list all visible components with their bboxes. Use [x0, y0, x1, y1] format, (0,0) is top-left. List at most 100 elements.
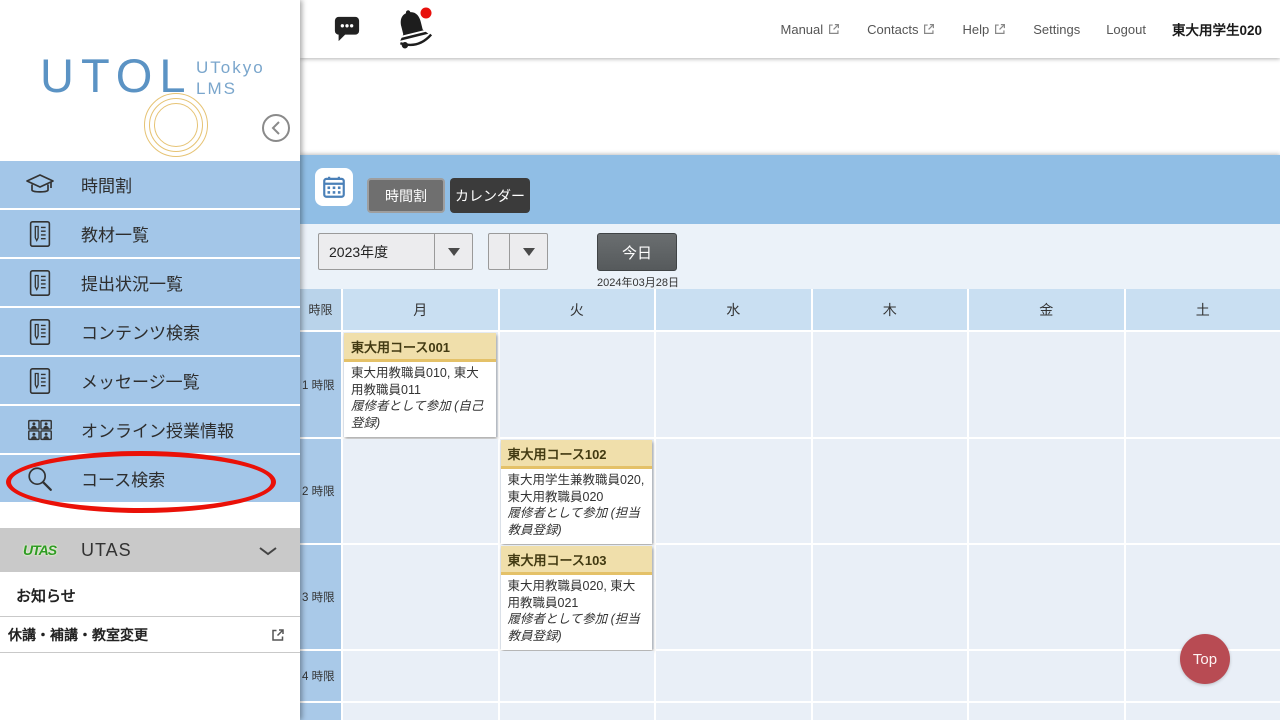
- sidebar-collapse-button[interactable]: [261, 113, 291, 143]
- period-column-header: 時限: [300, 289, 341, 330]
- filter-bar: 2023年度 今日 2024年03月28日: [300, 224, 1280, 289]
- timetable-cell-wed-1: [656, 332, 811, 437]
- course-details: 東大用教職員010, 東大用教職員011 履修者として参加 (自己登録): [344, 362, 496, 437]
- notification-dot: [421, 8, 432, 19]
- clipboard-icon: [23, 317, 57, 347]
- username: 東大用学生020: [1172, 19, 1262, 39]
- day-header-thu: 木: [813, 289, 968, 330]
- notifications-button[interactable]: [392, 0, 436, 58]
- course-card[interactable]: 東大用コース103 東大用教職員020, 東大用教職員021 履修者として参加 …: [501, 546, 653, 650]
- notice-section-header: お知らせ: [0, 574, 300, 617]
- utas-logo-icon: UTAS: [23, 542, 63, 558]
- sidebar-item-submissions[interactable]: 提出状況一覧: [0, 259, 300, 306]
- sidebar-item-online-class[interactable]: オンライン授業情報: [0, 406, 300, 453]
- messages-button[interactable]: [333, 0, 361, 58]
- speech-bubble-icon: [333, 16, 361, 43]
- bell-icon: [392, 6, 436, 52]
- logout-link-label: Logout: [1106, 22, 1146, 37]
- term-select[interactable]: [488, 233, 548, 270]
- course-instructors: 東大用学生兼教職員020, 東大用教職員020: [508, 472, 646, 505]
- external-link-icon: [827, 22, 841, 36]
- settings-link-label: Settings: [1033, 22, 1080, 37]
- period-label-4: 4 時限: [300, 651, 341, 701]
- notice-label: お知らせ: [16, 585, 76, 606]
- course-details: 東大用教職員020, 東大用教職員021 履修者として参加 (担当教員登録): [501, 575, 653, 650]
- course-instructors: 東大用教職員020, 東大用教職員021: [508, 578, 646, 611]
- external-link-icon: [993, 22, 1007, 36]
- sidebar-item-materials[interactable]: 教材一覧: [0, 210, 300, 257]
- calendar-icon: [315, 168, 353, 206]
- period-label-3: 3 時限: [300, 545, 341, 649]
- sidebar-item-messages[interactable]: メッセージ一覧: [0, 357, 300, 404]
- sidebar-item-label: オンライン授業情報: [81, 417, 234, 442]
- period-label-5: [300, 703, 341, 720]
- clipboard-icon: [23, 219, 57, 249]
- course-participation: 履修者として参加 (担当教員登録): [508, 611, 646, 644]
- day-header-sat: 土: [1126, 289, 1280, 330]
- timetable-cell-sat-2: [1126, 439, 1280, 543]
- timetable-cell-tue-5: [500, 703, 655, 720]
- timetable-cell-fri-2: [969, 439, 1124, 543]
- course-card[interactable]: 東大用コース102 東大用学生兼教職員020, 東大用教職員020 履修者として…: [501, 440, 653, 544]
- arrow-left-icon: [261, 113, 291, 143]
- topbar-links: Manual Contacts Help: [781, 0, 1262, 58]
- period-label-2: 2 時限: [300, 439, 341, 543]
- term-select-value: [489, 234, 509, 269]
- timetable-cell-thu-3: [813, 545, 968, 649]
- help-link[interactable]: Help: [962, 22, 1007, 37]
- sidebar-item-timetable[interactable]: 時間割: [0, 161, 300, 208]
- course-card[interactable]: 東大用コース001 東大用教職員010, 東大用教職員011 履修者として参加 …: [344, 333, 496, 437]
- top-button[interactable]: Top: [1180, 634, 1230, 684]
- timetable-cell-thu-4: [813, 651, 968, 701]
- timetable-cell-wed-4: [656, 651, 811, 701]
- contacts-link[interactable]: Contacts: [867, 22, 936, 37]
- utol-logo: UTOL: [40, 48, 193, 103]
- timetable-cell-tue-1: [500, 332, 655, 437]
- year-select-value: 2023年度: [319, 234, 434, 269]
- logo-subtitle-line2: LMS: [196, 78, 265, 99]
- sidebar-item-course-search[interactable]: コース検索: [0, 455, 300, 502]
- logout-link[interactable]: Logout: [1106, 22, 1146, 37]
- timetable-cell-thu-5: [813, 703, 968, 720]
- timetable-cell-fri-5: [969, 703, 1124, 720]
- tab-timetable[interactable]: 時間割: [367, 178, 445, 213]
- utol-lms-app: UTOL UTokyo LMS 時間割: [0, 0, 1280, 720]
- sidebar: UTOL UTokyo LMS 時間割: [0, 0, 300, 720]
- sidebar-item-label: メッセージ一覧: [81, 368, 200, 393]
- timetable-cell-fri-3: [969, 545, 1124, 649]
- year-select[interactable]: 2023年度: [318, 233, 473, 270]
- timetable-cell-thu-2: [813, 439, 968, 543]
- search-icon: [23, 464, 57, 494]
- widget-header-band: 時間割 カレンダー: [300, 155, 1280, 224]
- cancel-info-label: 休講・補講・教室変更: [8, 625, 270, 645]
- sidebar-item-label: コース検索: [81, 466, 165, 491]
- logo-title: UTOL: [40, 48, 193, 103]
- sidebar-item-label: 提出状況一覧: [81, 270, 183, 295]
- today-button[interactable]: 今日: [597, 233, 677, 271]
- day-header-tue: 火: [500, 289, 655, 330]
- timetable-cell-mon-3: [343, 545, 498, 649]
- settings-link[interactable]: Settings: [1033, 22, 1080, 37]
- sidebar-item-utas[interactable]: UTAS UTAS: [0, 528, 300, 572]
- sidebar-menu: 時間割 教材一覧: [0, 161, 300, 504]
- help-link-label: Help: [962, 22, 989, 37]
- sidebar-item-content-search[interactable]: コンテンツ検索: [0, 308, 300, 355]
- clipboard-icon: [23, 268, 57, 298]
- timetable-cell-tue-2: 東大用コース102 東大用学生兼教職員020, 東大用教職員020 履修者として…: [500, 439, 655, 543]
- manual-link[interactable]: Manual: [781, 22, 842, 37]
- sidebar-item-label: 教材一覧: [81, 221, 149, 246]
- timetable-cell-tue-4: [500, 651, 655, 701]
- timetable-cell-sat-1: [1126, 332, 1280, 437]
- timetable-cell-wed-2: [656, 439, 811, 543]
- timetable-cell-mon-1: 東大用コース001 東大用教職員010, 東大用教職員011 履修者として参加 …: [343, 332, 498, 437]
- course-details: 東大用学生兼教職員020, 東大用教職員020 履修者として参加 (担当教員登録…: [501, 469, 653, 544]
- course-participation: 履修者として参加 (自己登録): [351, 398, 489, 431]
- timetable-cell-sat-5: [1126, 703, 1280, 720]
- course-participation: 履修者として参加 (担当教員登録): [508, 505, 646, 538]
- sidebar-item-class-cancellation[interactable]: 休講・補講・教室変更: [0, 617, 300, 653]
- day-header-wed: 水: [656, 289, 811, 330]
- timetable-cell-fri-4: [969, 651, 1124, 701]
- tab-calendar[interactable]: カレンダー: [450, 178, 530, 213]
- utas-label: UTAS: [81, 540, 132, 561]
- clipboard-icon: [23, 366, 57, 396]
